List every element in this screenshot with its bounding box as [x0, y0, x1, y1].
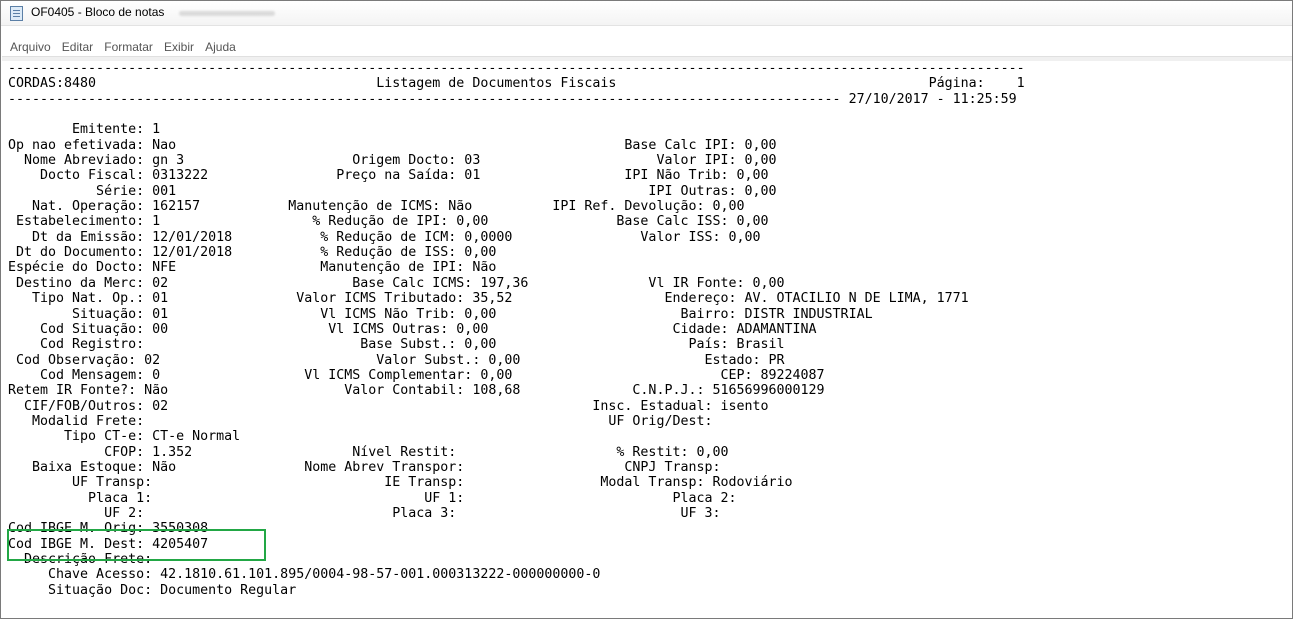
- report-line: Cod Situação: 00 Vl ICMS Outras: 0,00 Ci…: [8, 321, 817, 337]
- report-line: Baixa Estoque: Não Nome Abrev Transpor: …: [8, 459, 721, 475]
- report-line: Chave Acesso: 42.1810.61.101.895/0004-98…: [8, 567, 601, 583]
- menu-editar[interactable]: Editar: [59, 39, 96, 55]
- report-line: Retem IR Fonte?: Não Valor Contabil: 108…: [8, 383, 825, 399]
- report-line: Placa 1: UF 1: Placa 2:: [8, 490, 737, 506]
- report-text: ----------------------------------------…: [8, 61, 1025, 598]
- report-line: Tipo Nat. Op.: 01 Valor ICMS Tributado: …: [8, 291, 969, 307]
- title-bar[interactable]: OF0405 - Bloco de notas: [1, 1, 1292, 26]
- report-line: Tipo CT-e: CT-e Normal: [8, 429, 241, 445]
- notepad-icon: [10, 6, 23, 21]
- report-line: [8, 107, 1025, 122]
- report-line: Cod Registro: Base Subst.: 0,00 País: Br…: [8, 337, 785, 353]
- report-line: Nome Abreviado: gn 3 Origem Docto: 03 Va…: [8, 153, 777, 169]
- redacted-title-segment: [179, 11, 275, 16]
- menu-formatar[interactable]: Formatar: [101, 39, 156, 55]
- report-line: Cod Observação: 02 Valor Subst.: 0,00 Es…: [8, 352, 785, 368]
- report-line: UF 2: Placa 3: UF 3:: [8, 505, 721, 521]
- report-line: ----------------------------------------…: [8, 91, 1017, 107]
- notepad-window: OF0405 - Bloco de notas Arquivo Editar F…: [0, 0, 1293, 619]
- report-line: Nat. Operação: 162157 Manutenção de ICMS…: [8, 199, 745, 215]
- report-line: Emitente: 1: [8, 122, 161, 138]
- report-line: Dt da Emissão: 12/01/2018 % Redução de I…: [8, 229, 761, 245]
- report-line: CIF/FOB/Outros: 02 Insc. Estadual: isent…: [8, 398, 769, 414]
- report-line: ----------------------------------------…: [8, 61, 1025, 76]
- report-line: Espécie do Docto: NFE Manutenção de IPI:…: [8, 260, 497, 276]
- window-title: OF0405 - Bloco de notas: [31, 5, 165, 19]
- report-line: Situação Doc: Documento Regular: [8, 582, 297, 598]
- ibge-highlight-box: [7, 529, 266, 561]
- menu-ajuda[interactable]: Ajuda: [202, 39, 239, 55]
- report-line: UF Transp: IE Transp: Modal Transp: Rodo…: [8, 475, 793, 491]
- report-line: CFOP: 1.352 Nível Restit: % Restit: 0,00: [8, 444, 729, 460]
- report-line: Docto Fiscal: 0313222 Preço na Saída: 01…: [8, 168, 769, 184]
- report-line: Destino da Merc: 02 Base Calc ICMS: 197,…: [8, 275, 785, 291]
- report-line: Op nao efetivada: Nao Base Calc IPI: 0,0…: [8, 137, 777, 153]
- report-line: Estabelecimento: 1 % Redução de IPI: 0,0…: [8, 214, 769, 230]
- report-line: Dt do Documento: 12/01/2018 % Redução de…: [8, 245, 497, 261]
- report-line: CORDAS:8480 Listagem de Documentos Fisca…: [8, 76, 1025, 92]
- menu-bar: Arquivo Editar Formatar Exibir Ajuda: [1, 36, 1292, 56]
- menu-exibir[interactable]: Exibir: [161, 39, 197, 55]
- report-line: Série: 001 IPI Outras: 0,00: [8, 183, 777, 199]
- report-line: Modalid Frete: UF Orig/Dest:: [8, 413, 713, 429]
- report-line: Situação: 01 Vl ICMS Não Trib: 0,00 Bair…: [8, 306, 873, 322]
- menu-arquivo[interactable]: Arquivo: [7, 39, 54, 55]
- report-line: Cod Mensagem: 0 Vl ICMS Complementar: 0,…: [8, 367, 825, 383]
